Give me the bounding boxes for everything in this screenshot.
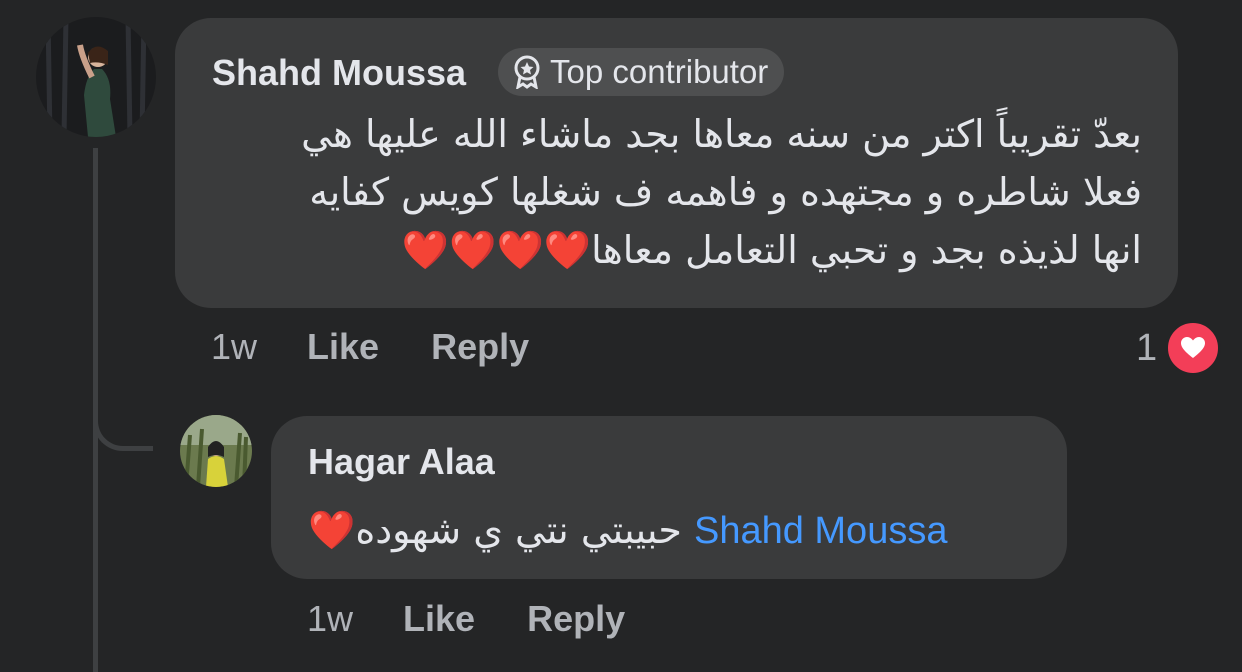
mention-link[interactable]: Shahd Moussa (694, 510, 948, 552)
reply-author-name[interactable]: Hagar Alaa (308, 441, 495, 483)
thread-connector (93, 395, 153, 451)
avatar-image (180, 415, 252, 487)
love-reaction-icon (1165, 320, 1222, 376)
comment-actions: 1w Like Reply (211, 326, 581, 368)
reply-message: حبيبتي نتي ي شهوده (355, 508, 682, 552)
avatar-image (36, 17, 156, 137)
comment-timestamp[interactable]: 1w (211, 326, 257, 368)
reaction-summary[interactable]: 1 (1136, 320, 1222, 376)
comment-line-last: انها لذيذه بجد و تحبي التعامل معاها❤️❤️❤… (212, 221, 1142, 279)
like-button[interactable]: Like (403, 598, 475, 640)
heart-emojis: ❤️❤️❤️❤️ (401, 228, 592, 272)
reply-timestamp[interactable]: 1w (307, 598, 353, 640)
reply-button[interactable]: Reply (527, 598, 625, 640)
heart-emoji: ❤️ (308, 508, 356, 552)
reply-button[interactable]: Reply (431, 326, 529, 368)
top-contributor-badge-icon (514, 55, 540, 89)
comment-line: بعدّ تقريباً اكتر من سنه معاها بجد ماشاء… (301, 112, 1142, 156)
top-contributor-badge[interactable]: Top contributor (498, 48, 785, 96)
comment-author-name[interactable]: Shahd Moussa (212, 52, 466, 94)
comment-line: فعلا شاطره و مجتهده و فاهمه ف شغلها كويس… (309, 170, 1142, 214)
reaction-count: 1 (1136, 326, 1158, 369)
badge-label: Top contributor (550, 53, 769, 90)
comment-text: بعدّ تقريباً اكتر من سنه معاها بجد ماشاء… (212, 105, 1142, 279)
reply-actions: 1w Like Reply (307, 598, 677, 640)
comment-line: انها لذيذه بجد و تحبي التعامل معاها (591, 228, 1142, 272)
reply-text: Shahd Moussa حبيبتي نتي ي شهوده❤️ (308, 503, 1048, 558)
avatar-hagar-alaa[interactable] (180, 415, 252, 487)
avatar-shahd-moussa[interactable] (36, 17, 156, 137)
like-button[interactable]: Like (307, 326, 379, 368)
